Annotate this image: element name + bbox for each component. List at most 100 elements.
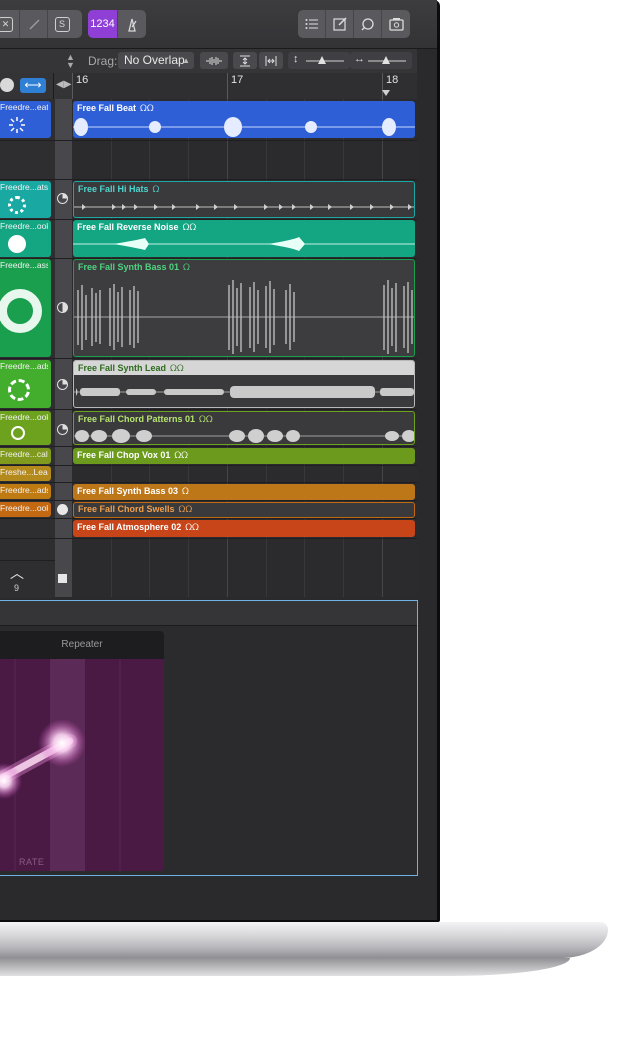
track-header[interactable]: Freedre...cal 02: [0, 448, 51, 464]
close-icon: ✕: [0, 16, 13, 32]
panel-header: [0, 601, 417, 626]
chevron-up-icon[interactable]: ︿: [10, 563, 24, 583]
swirl-icon: [8, 235, 26, 253]
region[interactable]: Free Fall Synth Lead ᘯᘯ: [73, 360, 415, 408]
region-name: Free Fall Chop Vox 01 ᘯᘯ: [77, 450, 188, 460]
region[interactable]: Free Fall Reverse Noise ᘯᘯ: [73, 220, 415, 257]
divider: [53, 73, 54, 99]
metronome-icon: [128, 18, 137, 32]
track-header[interactable]: Freshe...Lead 5: [0, 466, 51, 481]
list-editors-button[interactable]: [298, 10, 326, 38]
track-status-icon[interactable]: [57, 504, 68, 515]
logic-pro-window: ✕ S 1234 ▲ ▼ Drag: No Overlap ▲ ↕ ↔ ⟷ ◀▶…: [0, 0, 437, 920]
notepad-button[interactable]: [326, 10, 354, 38]
global-knob[interactable]: [0, 78, 14, 92]
region-name: Free Fall Chord Swells ᘯᘯ: [78, 504, 193, 514]
waveform-icon: [206, 56, 222, 65]
vertical-fit-icon: [240, 55, 250, 66]
track-count: 9: [14, 583, 20, 593]
chord-icon: [11, 426, 25, 440]
laptop-base-shadow: [0, 958, 570, 976]
region[interactable]: Free Fall Chop Vox 01 ᘯᘯ: [73, 448, 415, 464]
track-header-strip: ⟷ ◀▶: [0, 73, 72, 100]
track-header[interactable]: Freedre...ook 02: [0, 502, 51, 517]
plugin-title: Repeater: [0, 631, 164, 659]
repeater-plugin[interactable]: Repeater RATE: [0, 631, 164, 871]
view-buttons-group: [298, 10, 410, 38]
drag-label: Drag:: [88, 54, 118, 68]
track-header[interactable]: Freedre...ass 01: [0, 259, 51, 357]
bar-tick: [72, 73, 73, 99]
bar-number: 17: [231, 74, 244, 86]
list-icon: [305, 19, 318, 29]
region[interactable]: Free Fall Synth Bass 01 ᘯ: [73, 259, 415, 357]
track-header[interactable]: Freedre...ook 07: [0, 220, 51, 257]
metronome-button[interactable]: [118, 10, 146, 38]
browser-button[interactable]: [382, 10, 410, 38]
drag-mode-select[interactable]: No Overlap ▲▼: [118, 52, 194, 82]
rate-label: RATE: [19, 857, 45, 867]
track-status-icon[interactable]: [57, 379, 68, 390]
region[interactable]: Free Fall Atmosphere 02 ᘯᘯ: [73, 520, 415, 537]
track-status-icon[interactable]: [57, 193, 68, 204]
browser-icon: [388, 18, 404, 31]
region-name: Free Fall Synth Bass 03 ᘯ: [77, 486, 189, 496]
track-name: Freedre...ook 02: [0, 503, 48, 513]
track-name: Freedre...ads 04: [0, 361, 48, 371]
track-name: Freshe...Lead 5: [0, 467, 48, 477]
track-name: Freedre...cal 02: [0, 449, 48, 459]
track-status-icon[interactable]: [57, 302, 68, 313]
region[interactable]: Free Fall Chord Swells ᘯᘯ: [73, 502, 415, 518]
vertical-zoom-slider[interactable]: [306, 56, 344, 64]
zoom-vertical-button[interactable]: [233, 52, 257, 69]
bar-tick: [227, 73, 228, 99]
flex-button[interactable]: [200, 52, 228, 69]
horizontal-zoom-control: ↔: [350, 52, 412, 69]
region[interactable]: Free Fall Chord Patterns 01 ᘯᘯ: [73, 411, 415, 445]
vertical-zoom-control: ↕: [288, 52, 350, 69]
solo-button[interactable]: S: [48, 10, 76, 38]
track-name: Freedre...eat 01: [0, 102, 48, 112]
track-status-icon[interactable]: [57, 424, 68, 435]
region[interactable]: Free Fall Synth Bass 03 ᘯ: [73, 484, 415, 500]
synth-ring-icon: [0, 289, 42, 333]
horizontal-zoom-slider[interactable]: [368, 56, 406, 64]
expand-arrows-icon[interactable]: ◀▶: [56, 79, 71, 90]
zoom-horizontal-button[interactable]: [259, 52, 283, 69]
track-header[interactable]: Freedre...ats 02: [0, 181, 51, 218]
region[interactable]: Free Fall Hi Hats ᘯ: [73, 181, 415, 218]
track-header[interactable]: Freedre...eat 01: [0, 101, 51, 138]
waveform: [73, 237, 415, 251]
stop-icon[interactable]: [58, 574, 67, 583]
track-header[interactable]: Freedre...ads 04: [0, 360, 51, 408]
count-in-button[interactable]: 1234: [88, 10, 118, 38]
slider-knob-icon[interactable]: [382, 56, 390, 64]
xy-pad[interactable]: [0, 659, 164, 871]
cycle-toggle[interactable]: ⟷: [20, 78, 46, 93]
waveform: [74, 280, 414, 354]
synth-lead-icon: [8, 379, 30, 401]
track-header[interactable]: Freedre...ads 02: [0, 484, 51, 499]
pencil-button[interactable]: [20, 10, 48, 38]
updown-icon[interactable]: ▲ ▼: [66, 53, 75, 70]
track-name: Freedre...ass 01: [0, 260, 48, 270]
loop-browser-button[interactable]: [354, 10, 382, 38]
slider-knob-icon[interactable]: [318, 56, 326, 64]
bar-ruler[interactable]: 16 17 18: [72, 73, 417, 100]
track-header[interactable]: Freedre...ook 04: [0, 411, 51, 445]
solo-icon: S: [54, 16, 70, 32]
drag-mode-value: No Overlap: [124, 53, 185, 67]
region[interactable]: Free Fall Beat ᘯᘯ: [73, 101, 415, 138]
count-in-group: 1234: [88, 10, 146, 38]
drum-machine-icon: [9, 117, 25, 133]
vertical-arrows-icon: ↕: [293, 53, 299, 65]
loop-icon: [361, 18, 374, 31]
pencil-icon: [28, 19, 40, 30]
waveform: [73, 117, 415, 137]
playhead-marker-icon[interactable]: [382, 90, 390, 96]
notepad-icon: [332, 17, 347, 31]
waveform: [74, 429, 414, 443]
region-name: Free Fall Atmosphere 02 ᘯᘯ: [77, 522, 199, 532]
track-name: Freedre...ook 07: [0, 221, 48, 231]
mute-button[interactable]: ✕: [0, 10, 20, 38]
